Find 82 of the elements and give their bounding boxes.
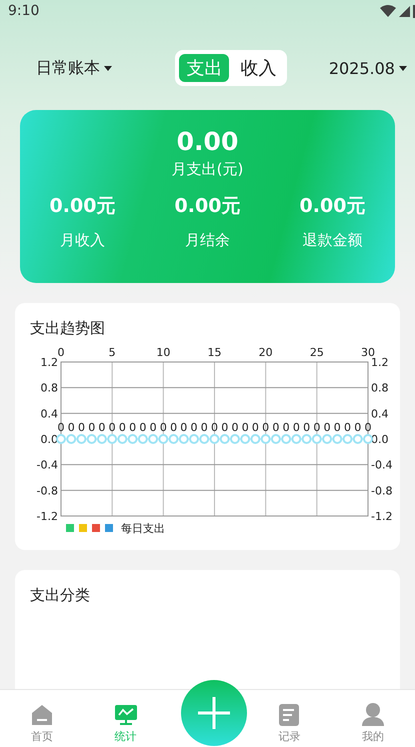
- y-tick-label: -0.8: [371, 484, 392, 498]
- month-dropdown[interactable]: 2025.08: [328, 58, 407, 78]
- data-label: 0: [129, 421, 136, 434]
- y-tick-label: 0.0: [40, 433, 58, 446]
- nav-tab[interactable]: 统计: [84, 690, 168, 747]
- data-label: 0: [108, 421, 116, 434]
- card-title: 支出分类: [29, 585, 91, 605]
- data-label: 0: [88, 421, 96, 434]
- data-label: 0: [354, 421, 362, 434]
- monthly-expense-label: 月支出(元): [172, 160, 244, 179]
- data-label: 0: [180, 421, 188, 434]
- y-tick-label: 1.2: [371, 356, 388, 369]
- plus-icon: [198, 697, 230, 729]
- data-label: 0: [170, 421, 178, 434]
- x-tick-label: 15: [208, 346, 222, 359]
- legend-label: 每日支出: [121, 522, 165, 535]
- y-tick-label: 0.8: [371, 382, 388, 395]
- monitor-chart-icon: [114, 704, 138, 726]
- stat-label: 月收入: [60, 231, 105, 250]
- data-label: 0: [58, 421, 64, 434]
- document-icon: [279, 704, 300, 726]
- data-label: 0: [313, 421, 320, 434]
- stat-value: 0.00元: [50, 194, 116, 219]
- data-label: 0: [160, 421, 167, 434]
- data-label: 0: [98, 421, 106, 434]
- x-tick-label: 0: [58, 346, 64, 359]
- legend-swatches-icon: [66, 524, 113, 532]
- data-label: 0: [211, 421, 218, 434]
- nav-tab[interactable]: 记录: [248, 690, 332, 747]
- y-tick-label: 0.8: [40, 382, 58, 395]
- y-tick-label: 0.4: [371, 407, 388, 420]
- data-label: 0: [262, 421, 270, 434]
- y-tick-label: -1.2: [36, 510, 58, 523]
- data-label: 0: [190, 421, 198, 434]
- caret-icon: [104, 66, 112, 70]
- nav-tab[interactable]: 首页: [0, 690, 84, 747]
- y-tick-label: -0.4: [371, 458, 392, 472]
- data-label: 0: [78, 421, 85, 434]
- signal-icon: [399, 6, 410, 16]
- y-tick-label: -1.2: [371, 510, 392, 523]
- x-tick-label: 30: [361, 346, 375, 359]
- stat-label: 退款金额: [302, 231, 362, 250]
- monthly-expense-value: 0.00: [176, 127, 238, 156]
- x-tick-label: 10: [156, 346, 170, 359]
- y-tick-label: 1.2: [40, 356, 58, 369]
- y-tick-label: -0.8: [36, 484, 58, 498]
- data-label: 0: [252, 421, 259, 434]
- stat-value: 0.00元: [300, 194, 366, 219]
- nav-tab[interactable]: 我的: [331, 690, 415, 747]
- data-label: 0: [68, 421, 75, 434]
- caret-icon: [398, 66, 407, 70]
- data-label: 0: [231, 421, 238, 434]
- type-tab[interactable]: 支出: [179, 54, 230, 82]
- data-label: 0: [139, 421, 146, 434]
- data-label: 0: [292, 421, 300, 434]
- data-label: 0: [364, 421, 372, 434]
- y-tick-label: -0.4: [36, 458, 58, 472]
- account-book-dropdown[interactable]: 日常账本: [36, 58, 112, 78]
- data-label: 0: [272, 421, 280, 434]
- y-tick-label: 0.4: [40, 407, 58, 420]
- data-label: 0: [150, 421, 157, 434]
- data-label: 0: [303, 421, 310, 434]
- data-label: 0: [282, 421, 290, 434]
- data-label: 0: [200, 421, 208, 434]
- data-label: 0: [242, 421, 249, 434]
- person-icon: [361, 703, 386, 726]
- data-label: 0: [344, 421, 352, 434]
- y-tick-label: 0.0: [371, 433, 388, 446]
- data-label: 0: [324, 421, 331, 434]
- status-time: 9:10: [8, 3, 40, 19]
- data-label: 0: [334, 421, 341, 434]
- data-label: 0: [118, 421, 126, 434]
- home-icon: [30, 704, 53, 726]
- stat-value: 0.00元: [174, 194, 240, 219]
- stat-label: 月结余: [185, 231, 230, 250]
- x-tick-label: 20: [258, 346, 273, 359]
- card-title: 支出趋势图: [29, 318, 106, 338]
- data-label: 0: [221, 421, 228, 434]
- type-tab[interactable]: 收入: [233, 54, 284, 82]
- x-tick-label: 5: [108, 346, 116, 359]
- wifi-icon: [380, 5, 396, 17]
- x-tick-label: 25: [310, 346, 324, 359]
